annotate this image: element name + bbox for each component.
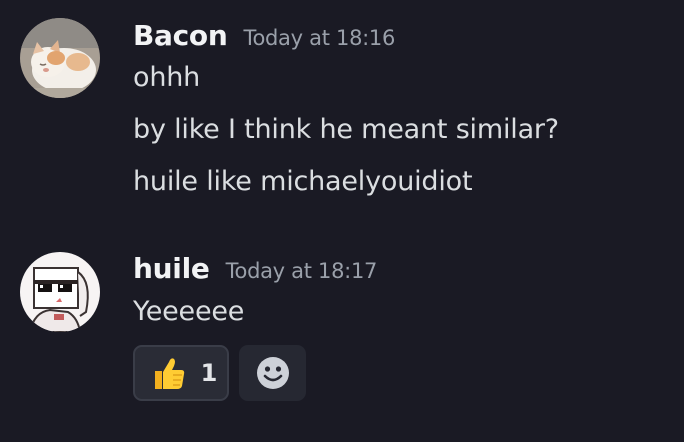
message-header: Bacon Today at 18:16 bbox=[133, 19, 395, 52]
avatar[interactable] bbox=[20, 18, 100, 98]
timestamp[interactable]: Today at 18:16 bbox=[244, 26, 396, 50]
message-text: by like I think he meant similar? bbox=[133, 114, 559, 145]
add-reaction-button[interactable] bbox=[239, 345, 306, 401]
username[interactable]: Bacon bbox=[133, 19, 228, 52]
message-group: huile Today at 18:17 Yeeeeee 1 bbox=[0, 230, 684, 442]
timestamp[interactable]: Today at 18:17 bbox=[226, 259, 378, 283]
username[interactable]: huile bbox=[133, 252, 210, 285]
message-text: ohhh bbox=[133, 62, 201, 93]
avatar[interactable] bbox=[20, 252, 100, 332]
message-group: Bacon Today at 18:16 ohhh by like I thin… bbox=[0, 0, 684, 230]
cat-avatar-icon bbox=[20, 18, 100, 98]
message-header: huile Today at 18:17 bbox=[133, 252, 377, 285]
smiley-face-icon bbox=[256, 357, 289, 389]
reactions-bar: 1 bbox=[133, 345, 306, 401]
reaction-count: 1 bbox=[200, 359, 218, 387]
reaction-thumbs-up[interactable]: 1 bbox=[133, 345, 229, 401]
message-text: huile like michaelyouidiot bbox=[133, 166, 473, 197]
message-text: Yeeeeee bbox=[133, 296, 245, 327]
sunglasses-character-avatar-icon bbox=[20, 252, 100, 332]
thumbs-up-icon bbox=[154, 358, 184, 389]
